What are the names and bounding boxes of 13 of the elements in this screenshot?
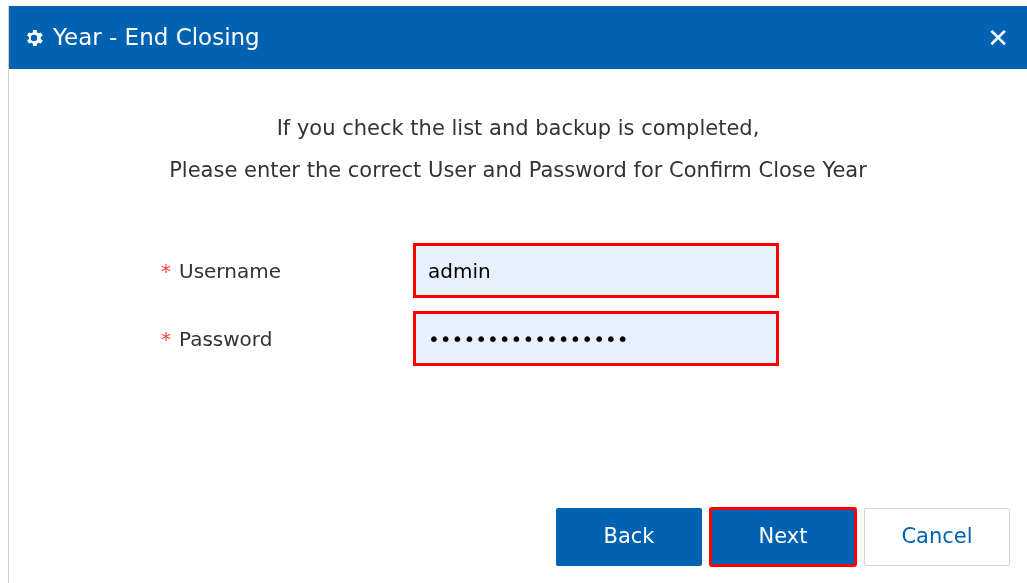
required-mark: * bbox=[161, 257, 172, 285]
window-title: Year - End Closing bbox=[53, 23, 260, 53]
instruction-text: Please enter the correct User and Password for Confirm Close Year bbox=[169, 156, 867, 184]
input-field[interactable]: admin bbox=[413, 243, 779, 298]
field-label: Password bbox=[179, 325, 274, 353]
close-button[interactable]: ✕ bbox=[983, 24, 1013, 51]
input-field[interactable]: ••••••••••••••••• bbox=[413, 311, 779, 366]
primary-button[interactable]: Back bbox=[556, 508, 702, 566]
primary-button[interactable]: Next bbox=[710, 508, 856, 566]
instruction-text: If you check the list and backup is completed, bbox=[276, 115, 760, 142]
cancel-button[interactable]: Cancel bbox=[864, 508, 1010, 566]
field-label: Username bbox=[179, 257, 282, 285]
required-mark: * bbox=[161, 325, 172, 353]
